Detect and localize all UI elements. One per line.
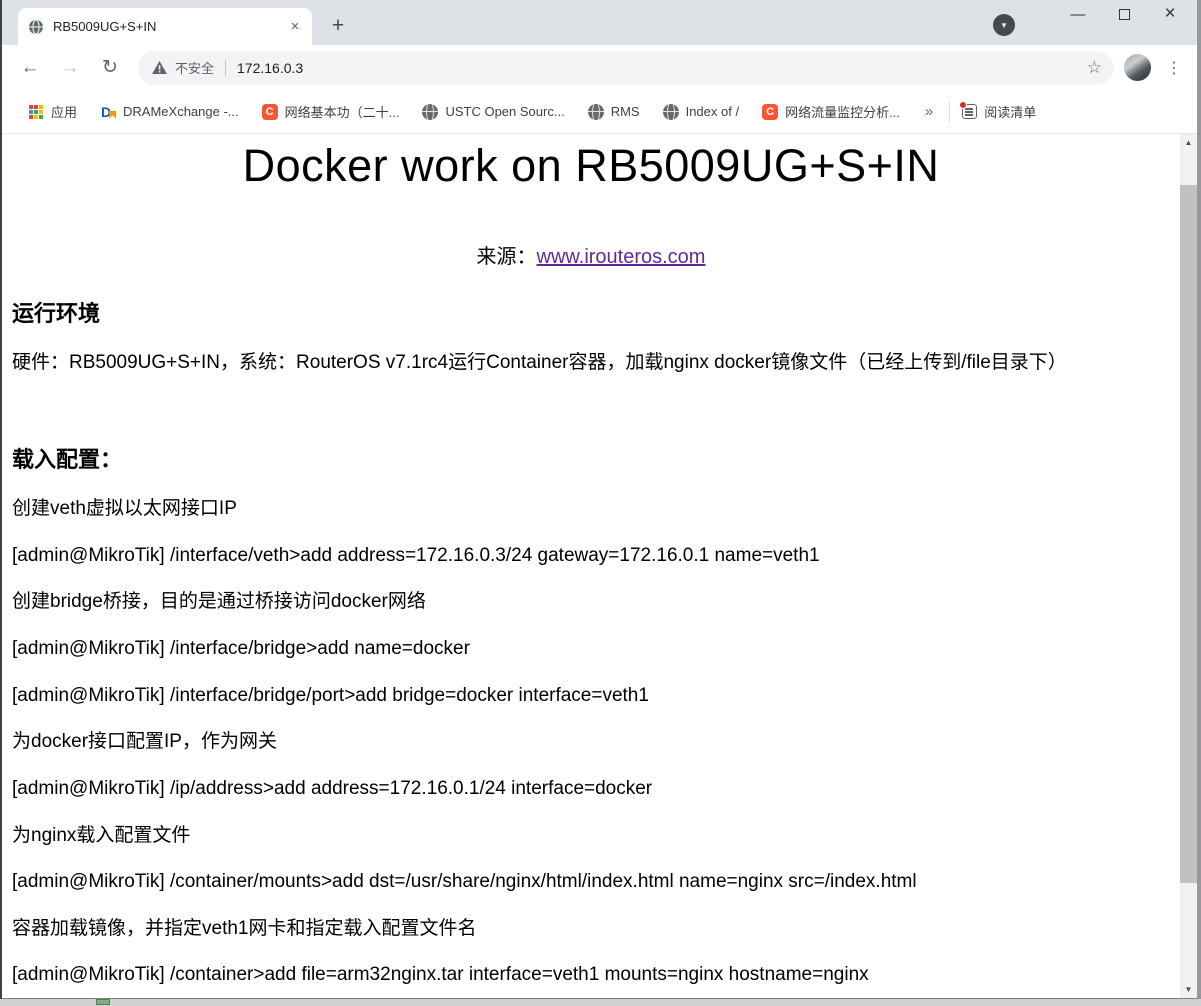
bookmark-list: 应用 DRAMeXchange -... 网络基本功（二十... USTC Op…: [28, 102, 923, 121]
bookmark-item[interactable]: 应用: [28, 102, 77, 121]
bookmark-item[interactable]: USTC Open Sourc...: [422, 104, 564, 120]
scroll-down-icon[interactable]: ▼: [1180, 981, 1197, 998]
browser-tab[interactable]: RB5009UG+S+IN ×: [18, 8, 312, 45]
bookmark-label: 应用: [51, 102, 77, 121]
dramexchange-icon: [100, 104, 116, 120]
bookmarks-overflow-chevron[interactable]: »: [925, 103, 933, 120]
bookmarks-bar: 应用 DRAMeXchange -... 网络基本功（二十... USTC Op…: [2, 90, 1197, 134]
bookmark-item[interactable]: 网络流量监控分析...: [762, 102, 900, 121]
bookmark-item[interactable]: RMS: [588, 104, 640, 120]
globe-icon: [663, 104, 679, 120]
source-link[interactable]: www.irouteros.com: [537, 246, 706, 268]
paragraph: 创建bridge桥接，目的是通过桥接访问docker网络: [12, 589, 1170, 615]
bookmark-label: 网络基本功（二十...: [285, 102, 400, 121]
window-controls: — ×: [1055, 0, 1193, 28]
forward-button[interactable]: →: [50, 50, 90, 86]
page-content: Docker work on RB5009UG+S+IN 来源：www.irou…: [2, 134, 1197, 998]
globe-icon: [422, 104, 438, 120]
desktop-strip: [0, 999, 1201, 1006]
toolbar: ← → ↻ 不安全 172.16.0.3 ☆ ⋮: [2, 45, 1197, 90]
article-body: 运行环境 硬件：RB5009UG+S+IN，系统：RouterOS v7.1rc…: [12, 299, 1170, 988]
csdn-icon: [262, 104, 278, 120]
paragraph: [admin@MikroTik] /container/mounts>add d…: [12, 869, 1170, 895]
taskbar-icon: [96, 999, 110, 1005]
security-label[interactable]: 不安全: [175, 58, 214, 77]
bookmark-item[interactable]: Index of /: [663, 104, 739, 120]
reading-list-icon: [962, 104, 977, 119]
minimize-button[interactable]: —: [1055, 0, 1101, 28]
paragraph: [admin@MikroTik] /interface/bridge/port>…: [12, 683, 1170, 709]
paragraph: 为docker接口配置IP，作为网关: [12, 729, 1170, 755]
paragraph: [admin@MikroTik] /interface/bridge>add n…: [12, 636, 1170, 662]
paragraph: 创建veth虚拟以太网接口IP: [12, 496, 1170, 522]
new-tab-button[interactable]: +: [324, 12, 352, 40]
reload-button[interactable]: ↻: [90, 50, 130, 86]
page-scrollbar[interactable]: ▲ ▼: [1180, 134, 1197, 998]
tab-close-icon[interactable]: ×: [286, 18, 304, 36]
csdn-icon: [762, 104, 778, 120]
paragraph: [admin@MikroTik] /interface/veth>add add…: [12, 543, 1170, 569]
paragraph: 载入配置：: [12, 445, 1170, 475]
paragraph: [admin@MikroTik] /ip/address>add address…: [12, 776, 1170, 802]
tab-search-button[interactable]: ▼: [993, 14, 1015, 36]
bookmarks-divider: [949, 102, 950, 122]
bookmark-star-icon[interactable]: ☆: [1087, 58, 1102, 78]
tab-title: RB5009UG+S+IN: [53, 19, 280, 34]
omnibox-divider: [225, 60, 226, 76]
not-secure-warning-icon[interactable]: [152, 61, 167, 74]
paragraph: 为nginx载入配置文件: [12, 823, 1170, 849]
source-line: 来源：www.irouteros.com: [12, 240, 1170, 269]
close-button[interactable]: ×: [1147, 0, 1193, 28]
reading-list-label: 阅读清单: [984, 102, 1036, 121]
maximize-button[interactable]: [1101, 0, 1147, 28]
back-button[interactable]: ←: [10, 50, 50, 86]
url-text[interactable]: 172.16.0.3: [237, 60, 303, 76]
maximize-icon: [1119, 9, 1130, 20]
browser-window: RB5009UG+S+IN × + ▼ — × ← → ↻ 不安全 172.16…: [2, 0, 1198, 999]
scrollbar-thumb[interactable]: [1180, 185, 1197, 883]
address-bar[interactable]: 不安全 172.16.0.3 ☆: [138, 51, 1114, 85]
bookmark-item[interactable]: 网络基本功（二十...: [262, 102, 400, 121]
bookmark-label: USTC Open Sourc...: [445, 104, 564, 119]
browser-menu-icon[interactable]: ⋮: [1159, 53, 1189, 83]
source-label: 来源：: [477, 246, 537, 268]
page-title: Docker work on RB5009UG+S+IN: [12, 140, 1170, 192]
paragraph: 容器加载镜像，并指定veth1网卡和指定载入配置文件名: [12, 916, 1170, 942]
apps-grid-icon: [28, 104, 44, 120]
scroll-up-icon[interactable]: ▲: [1180, 134, 1197, 151]
paragraph: 运行环境: [12, 299, 1170, 329]
profile-avatar[interactable]: [1124, 54, 1151, 81]
bookmark-label: 网络流量监控分析...: [785, 102, 900, 121]
globe-favicon-icon: [28, 19, 44, 35]
paragraph: [admin@MikroTik] /container>add file=arm…: [12, 962, 1170, 988]
bookmark-label: DRAMeXchange -...: [123, 104, 239, 119]
article: Docker work on RB5009UG+S+IN 来源：www.irou…: [2, 134, 1180, 998]
bookmark-label: RMS: [611, 104, 640, 119]
paragraph: 硬件：RB5009UG+S+IN，系统：RouterOS v7.1rc4运行Co…: [12, 350, 1170, 376]
bookmark-label: Index of /: [686, 104, 739, 119]
bookmark-item[interactable]: DRAMeXchange -...: [100, 104, 239, 120]
tab-bar: RB5009UG+S+IN × + ▼ — ×: [2, 0, 1197, 45]
reading-list-button[interactable]: 阅读清单: [962, 102, 1036, 121]
globe-icon: [588, 104, 604, 120]
